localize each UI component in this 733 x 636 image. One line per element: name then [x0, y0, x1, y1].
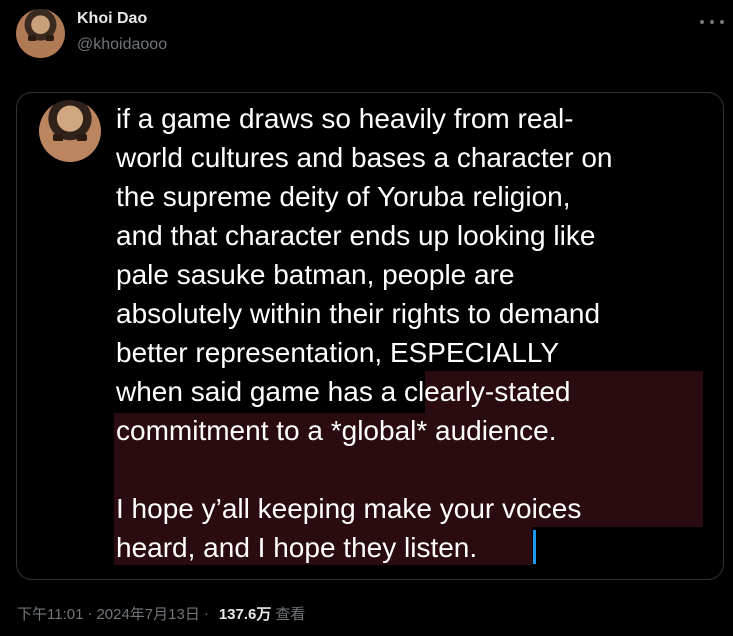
more-dot	[700, 20, 704, 24]
more-dot	[710, 20, 714, 24]
author-display-name[interactable]: Khoi Dao	[77, 10, 147, 28]
views-count: 137.6万	[218, 606, 272, 623]
note-avatar-image	[39, 100, 101, 162]
note-text: if a game draws so heavily from real- wo…	[116, 103, 613, 563]
separator-dot: ·	[87, 605, 93, 622]
post-metadata: 下午11:01 · 2024年7月13日 · 137.6万 查看	[17, 603, 305, 624]
more-dot	[720, 20, 724, 24]
more-options-icon[interactable]	[700, 12, 724, 32]
post-time[interactable]: 下午11:01	[17, 603, 83, 624]
text-cursor	[533, 530, 536, 564]
author-avatar[interactable]	[16, 9, 65, 58]
post-date[interactable]: 2024年7月13日	[96, 603, 199, 624]
media-image[interactable]: if a game draws so heavily from real- wo…	[16, 92, 724, 580]
avatar-eyes	[28, 35, 54, 41]
views-label: 查看	[275, 606, 306, 623]
separator-dot: ·	[203, 605, 209, 622]
note-avatar-eyes	[53, 134, 87, 141]
author-handle[interactable]: @khoidaooo	[77, 36, 167, 54]
